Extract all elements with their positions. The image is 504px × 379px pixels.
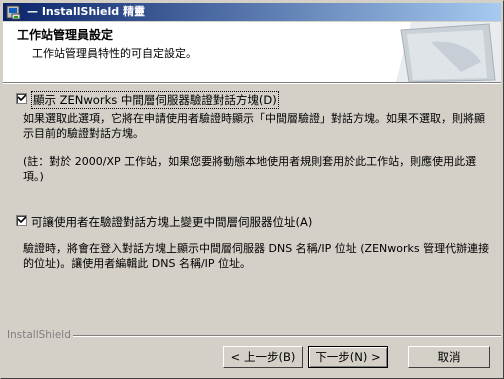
window-title: — InstallShield 精靈 [27,5,145,18]
checkmark-icon [18,216,26,224]
page-title: 工作站管理員設定 [17,28,114,42]
option1-description: 如果選取此選項，它將在申請使用者驗證時顯示「中間層驗證」對話方塊。如果不選取，則… [23,112,485,140]
allow-change-server-address-checkbox[interactable] [16,215,27,226]
installer-window: — InstallShield 精靈 工作站管理員設定 工作站管理員特性的可自定… [0,0,504,379]
checkmark-icon [18,94,26,102]
wizard-header: 工作站管理員設定 工作站管理員特性的可自定設定。 [3,22,501,82]
allow-change-server-address-label[interactable]: 可讓使用者在驗證對話方塊上變更中間層伺服器位址(A) [31,214,312,230]
next-button[interactable]: 下一步(N) > [308,346,388,368]
footer-separator-highlight [73,336,501,337]
installshield-brand: InstallShield [7,329,71,341]
back-button[interactable]: < 上一步(B) [223,346,303,368]
show-middle-tier-auth-checkbox[interactable] [16,93,27,104]
option1-note: (註：對於 2000/XP 工作站，如果您要將動態本地使用者規則套用於此工作站，… [23,155,477,183]
header-separator-highlight [3,83,501,84]
installer-app-icon [6,5,21,20]
option2-description: 驗證時，將會在登入對話方塊上顯示中間層伺服器 DNS 名稱/IP 位址 (ZEN… [23,242,490,270]
page-subtitle: 工作站管理員特性的可自定設定。 [32,47,197,60]
header-decoration-graphic [396,22,501,82]
title-bar[interactable]: — InstallShield 精靈 [3,3,501,21]
show-middle-tier-auth-label[interactable]: 顯示 ZENworks 中間層伺服器驗證對話方塊(D) [31,91,279,109]
cancel-button[interactable]: 取消 [408,346,490,368]
